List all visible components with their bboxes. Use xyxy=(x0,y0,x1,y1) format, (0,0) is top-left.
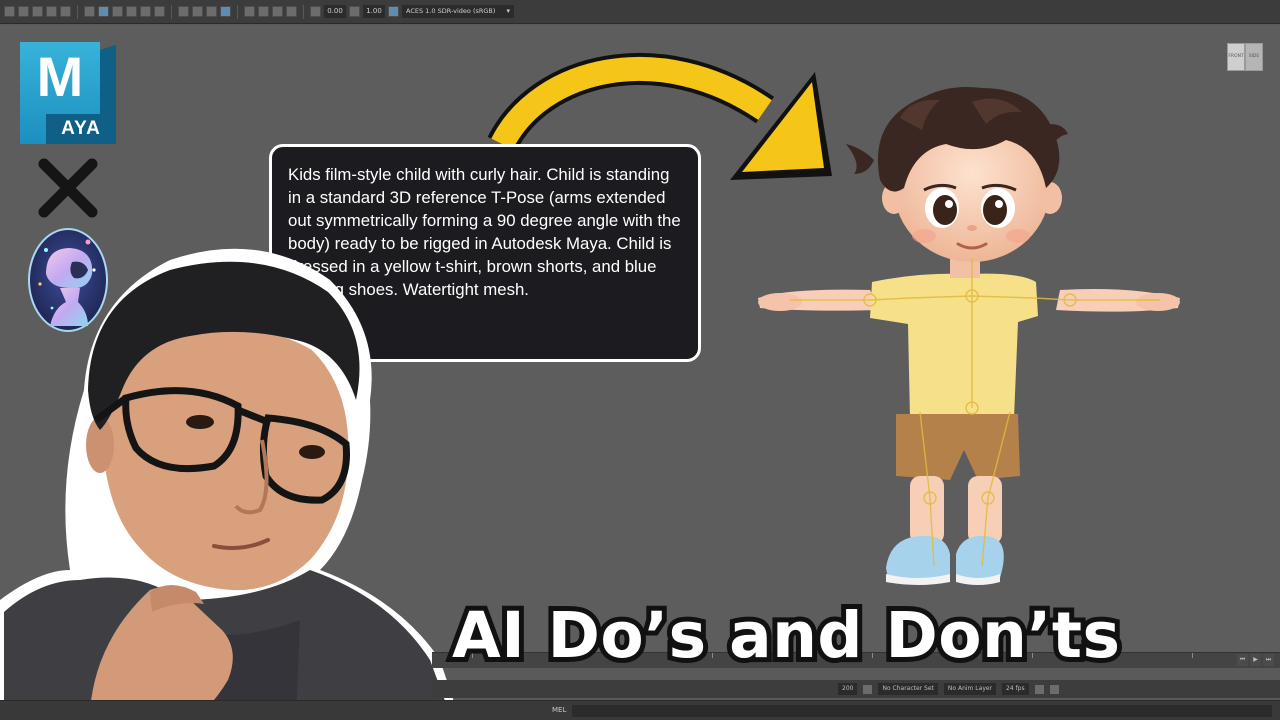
range-slider: 200 No Character Set No Anim Layer 24 fp… xyxy=(432,680,1280,698)
anti-aliasing-icon[interactable] xyxy=(206,6,217,17)
gamma-icon[interactable] xyxy=(349,6,360,17)
play-forward-icon[interactable]: ▶ xyxy=(1250,654,1261,666)
toolbar-divider xyxy=(171,4,172,19)
loop-icon[interactable] xyxy=(1034,684,1044,694)
isolate-select-icon[interactable] xyxy=(220,6,231,17)
image-plane-icon[interactable] xyxy=(46,6,57,17)
fps-dropdown[interactable]: 24 fps xyxy=(1002,683,1029,695)
mel-input[interactable] xyxy=(572,705,1272,717)
toolbar-divider xyxy=(237,4,238,19)
sound-icon[interactable] xyxy=(1049,684,1059,694)
maya-logo-word: AYA xyxy=(61,118,101,139)
view-cube[interactable]: FRONT SIDE xyxy=(1227,43,1263,71)
exposure-icon[interactable] xyxy=(310,6,321,17)
motion-blur-icon[interactable] xyxy=(192,6,203,17)
mel-label: MEL xyxy=(552,706,567,714)
color-space-label: ACES 1.0 SDR-video (sRGB) xyxy=(406,7,496,15)
xray-joints-icon[interactable] xyxy=(258,6,269,17)
textured-icon[interactable] xyxy=(126,6,137,17)
chevron-down-icon: ▾ xyxy=(506,7,510,15)
x-icon xyxy=(38,158,98,218)
toolbar-divider xyxy=(77,4,78,19)
character-model[interactable] xyxy=(750,78,1190,598)
go-to-start-icon[interactable]: ⏮ xyxy=(1237,654,1248,666)
presenter-photo xyxy=(0,248,460,720)
anim-layer-dropdown[interactable]: No Anim Layer xyxy=(943,683,997,695)
timeline-tick xyxy=(1192,653,1193,658)
view-cube-side[interactable]: SIDE xyxy=(1245,43,1263,71)
lock-camera-icon[interactable] xyxy=(18,6,29,17)
grid-icon[interactable] xyxy=(60,6,71,17)
smooth-shade-icon[interactable] xyxy=(98,6,109,17)
maya-logo-letter: M xyxy=(36,45,84,108)
maya-logo: M AYA xyxy=(20,42,116,144)
bookmark-icon[interactable] xyxy=(32,6,43,17)
view-cube-front[interactable]: FRONT xyxy=(1227,43,1245,71)
end-frame-field[interactable]: 200 xyxy=(838,683,858,695)
command-line: MEL xyxy=(0,700,1280,720)
playback-controls: ⏮ ▶ ⏭ xyxy=(1237,654,1274,666)
character-set-dropdown[interactable]: No Character Set xyxy=(878,683,938,695)
go-to-end-icon[interactable]: ⏭ xyxy=(1263,654,1274,666)
backface-culling-icon[interactable] xyxy=(272,6,283,17)
use-all-lights-icon[interactable] xyxy=(140,6,151,17)
ambient-occlusion-icon[interactable] xyxy=(178,6,189,17)
select-camera-icon[interactable] xyxy=(4,6,15,17)
gamma-field[interactable]: 1.00 xyxy=(363,5,385,18)
shadows-icon[interactable] xyxy=(154,6,165,17)
color-space-dropdown[interactable]: ACES 1.0 SDR-video (sRGB) ▾ xyxy=(402,5,514,18)
toolbar-divider xyxy=(303,4,304,19)
viewport-toolbar: 0.00 1.00 ACES 1.0 SDR-video (sRGB) ▾ xyxy=(0,0,1280,24)
wireframe-on-shaded-icon[interactable] xyxy=(112,6,123,17)
headline-title: AI Do’s and Don’ts xyxy=(447,594,1125,677)
color-management-icon[interactable] xyxy=(388,6,399,17)
camera-attributes-icon[interactable] xyxy=(286,6,297,17)
xray-icon[interactable] xyxy=(244,6,255,17)
exposure-field[interactable]: 0.00 xyxy=(324,5,346,18)
character-set-icon xyxy=(863,684,873,694)
wireframe-icon[interactable] xyxy=(84,6,95,17)
